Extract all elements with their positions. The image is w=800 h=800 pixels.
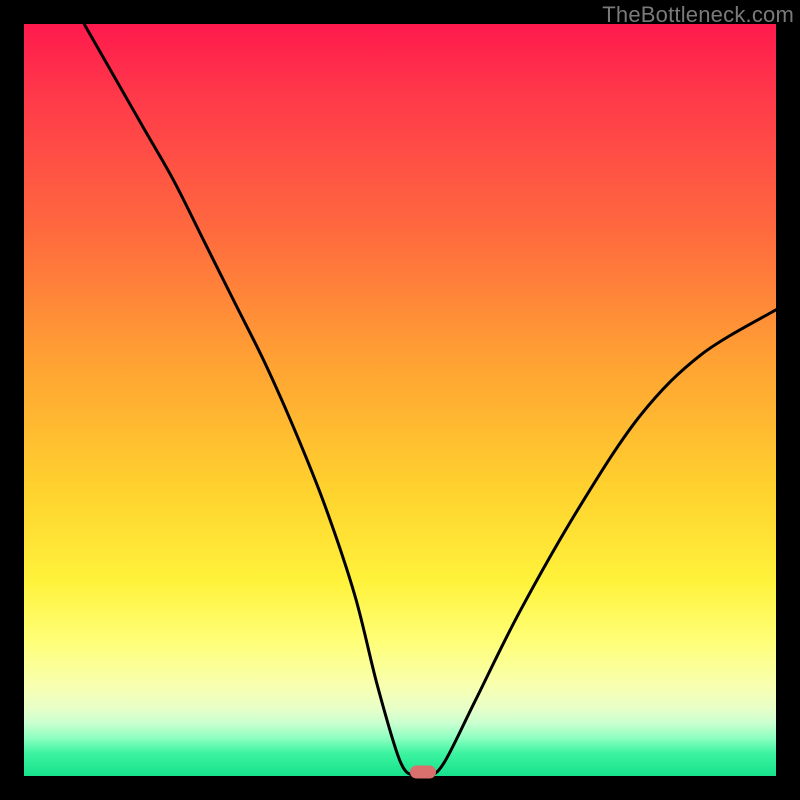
plot-area	[24, 24, 776, 776]
optimum-marker	[410, 766, 436, 779]
chart-frame: TheBottleneck.com	[0, 0, 800, 800]
bottleneck-curve	[24, 24, 776, 776]
